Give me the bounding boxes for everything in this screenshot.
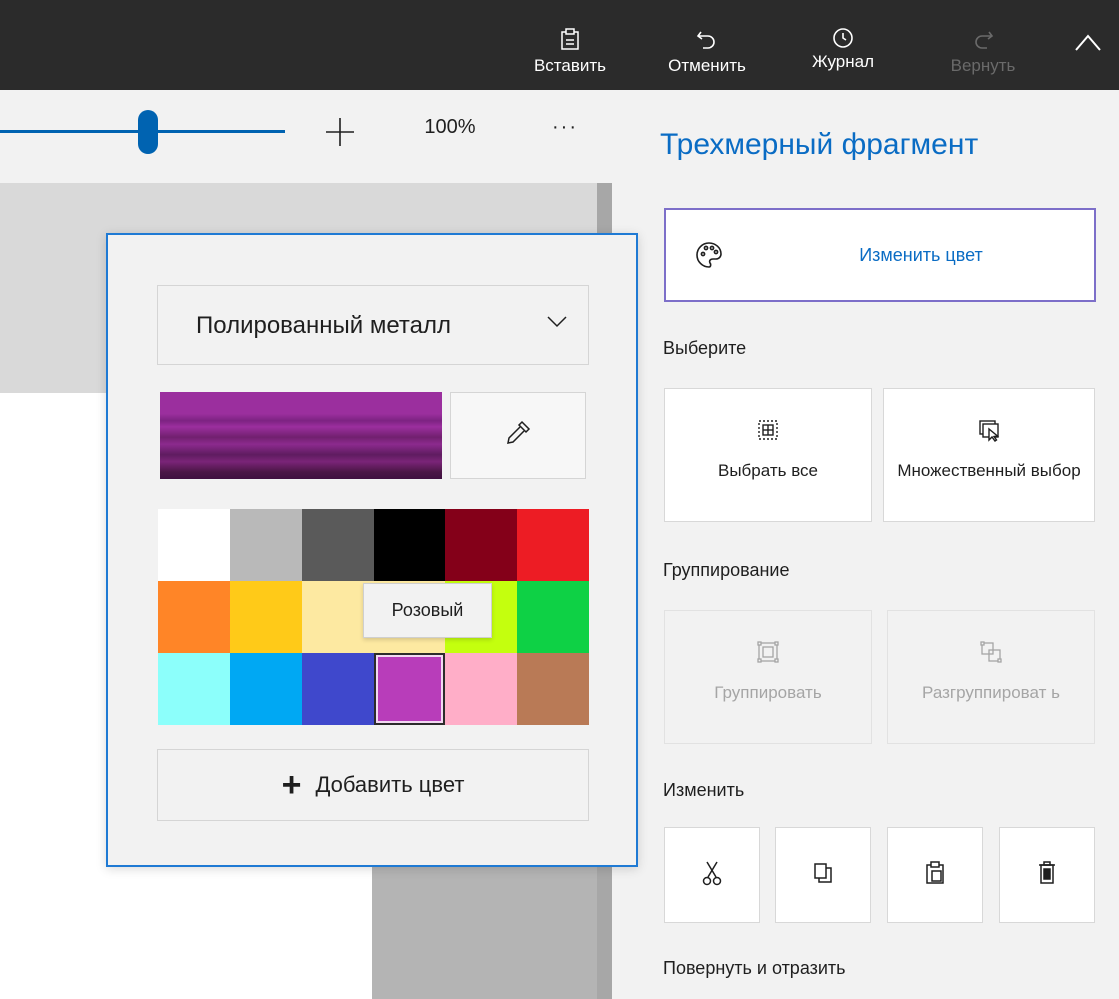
- cut-button[interactable]: [664, 827, 760, 923]
- more-options-button[interactable]: ···: [545, 116, 585, 139]
- multi-select-label: Множественный выбор: [897, 461, 1081, 480]
- color-swatch[interactable]: [445, 653, 518, 725]
- ungroup-label: Разгруппироват ь: [922, 683, 1060, 702]
- color-swatch[interactable]: [229, 653, 302, 725]
- undo-label: Отменить: [668, 56, 746, 75]
- select-all-icon: [757, 417, 779, 443]
- color-picker-popup: Полированный металл Розовый + Добавить ц…: [106, 233, 638, 867]
- add-color-button[interactable]: + Добавить цвет: [157, 749, 589, 821]
- group-label: Группировать: [714, 683, 822, 702]
- side-panel: Трехмерный фрагмент Изменить цвет Выбери…: [612, 90, 1119, 999]
- color-swatch[interactable]: [517, 509, 589, 581]
- palette-icon: [694, 240, 724, 275]
- change-color-button[interactable]: Изменить цвет: [664, 208, 1096, 302]
- rotate-section-label: Повернуть и отразить: [663, 958, 846, 978]
- paste-icon: [924, 860, 946, 890]
- copy-button[interactable]: [775, 827, 871, 923]
- trash-icon: [1037, 860, 1057, 890]
- panel-title: Трехмерный фрагмент: [660, 128, 979, 161]
- zoom-in-plus-icon[interactable]: [318, 110, 362, 154]
- paste-label: Вставить: [533, 56, 607, 75]
- color-swatch[interactable]: [373, 509, 446, 581]
- multi-select-button[interactable]: Множественный выбор: [883, 388, 1095, 522]
- color-swatch[interactable]: [301, 509, 374, 581]
- paste-icon: [559, 0, 581, 50]
- color-swatch[interactable]: [301, 653, 374, 725]
- delete-button[interactable]: [999, 827, 1095, 923]
- chevron-down-icon: [546, 315, 568, 334]
- redo-button[interactable]: Вернуть: [928, 0, 1038, 90]
- color-swatch[interactable]: [373, 653, 446, 725]
- undo-button[interactable]: Отменить: [652, 0, 762, 90]
- group-section-label: Группирование: [663, 560, 790, 580]
- color-preview[interactable]: [160, 392, 442, 479]
- zoom-slider-thumb[interactable]: [138, 110, 158, 154]
- history-button[interactable]: Журнал: [795, 0, 891, 90]
- eyedropper-button[interactable]: [450, 392, 586, 479]
- zoom-bar: 100% ···: [0, 90, 612, 183]
- ungroup-button[interactable]: Разгруппироват ь: [887, 610, 1095, 744]
- paste-panel-button[interactable]: [887, 827, 983, 923]
- color-swatch[interactable]: [229, 581, 302, 653]
- edit-section-label: Изменить: [663, 780, 745, 800]
- color-swatch[interactable]: [229, 509, 302, 581]
- color-swatch[interactable]: [445, 509, 518, 581]
- select-section-label: Выберите: [663, 338, 747, 358]
- redo-label: Вернуть: [950, 56, 1016, 75]
- scissors-icon: [702, 860, 722, 891]
- history-label: Журнал: [811, 52, 875, 71]
- color-tooltip: Розовый: [363, 583, 492, 638]
- history-icon: [831, 0, 855, 50]
- paste-button[interactable]: Вставить: [522, 0, 618, 90]
- zoom-level[interactable]: 100%: [400, 116, 500, 139]
- add-color-label: Добавить цвет: [315, 772, 465, 797]
- collapse-chevron-up-icon[interactable]: [1068, 22, 1108, 62]
- color-swatch[interactable]: [158, 509, 230, 581]
- eyedropper-icon: [504, 419, 532, 452]
- group-icon: [757, 639, 779, 665]
- undo-icon: [695, 0, 719, 50]
- redo-icon: [971, 0, 995, 50]
- ungroup-icon: [980, 639, 1002, 665]
- group-button[interactable]: Группировать: [664, 610, 872, 744]
- top-toolbar: Вставить Отменить Журнал Вернуть: [0, 0, 1119, 90]
- select-all-label: Выбрать все: [718, 461, 818, 480]
- color-swatch[interactable]: [517, 581, 589, 653]
- material-dropdown[interactable]: Полированный металл: [157, 285, 589, 365]
- material-value: Полированный металл: [196, 312, 451, 339]
- copy-icon: [813, 862, 833, 889]
- plus-icon: +: [281, 766, 302, 804]
- select-all-button[interactable]: Выбрать все: [664, 388, 872, 522]
- color-swatch[interactable]: [517, 653, 589, 725]
- color-swatch[interactable]: [158, 653, 230, 725]
- color-swatch[interactable]: [158, 581, 230, 653]
- multi-select-icon: [977, 417, 1001, 443]
- change-color-label: Изменить цвет: [859, 244, 983, 265]
